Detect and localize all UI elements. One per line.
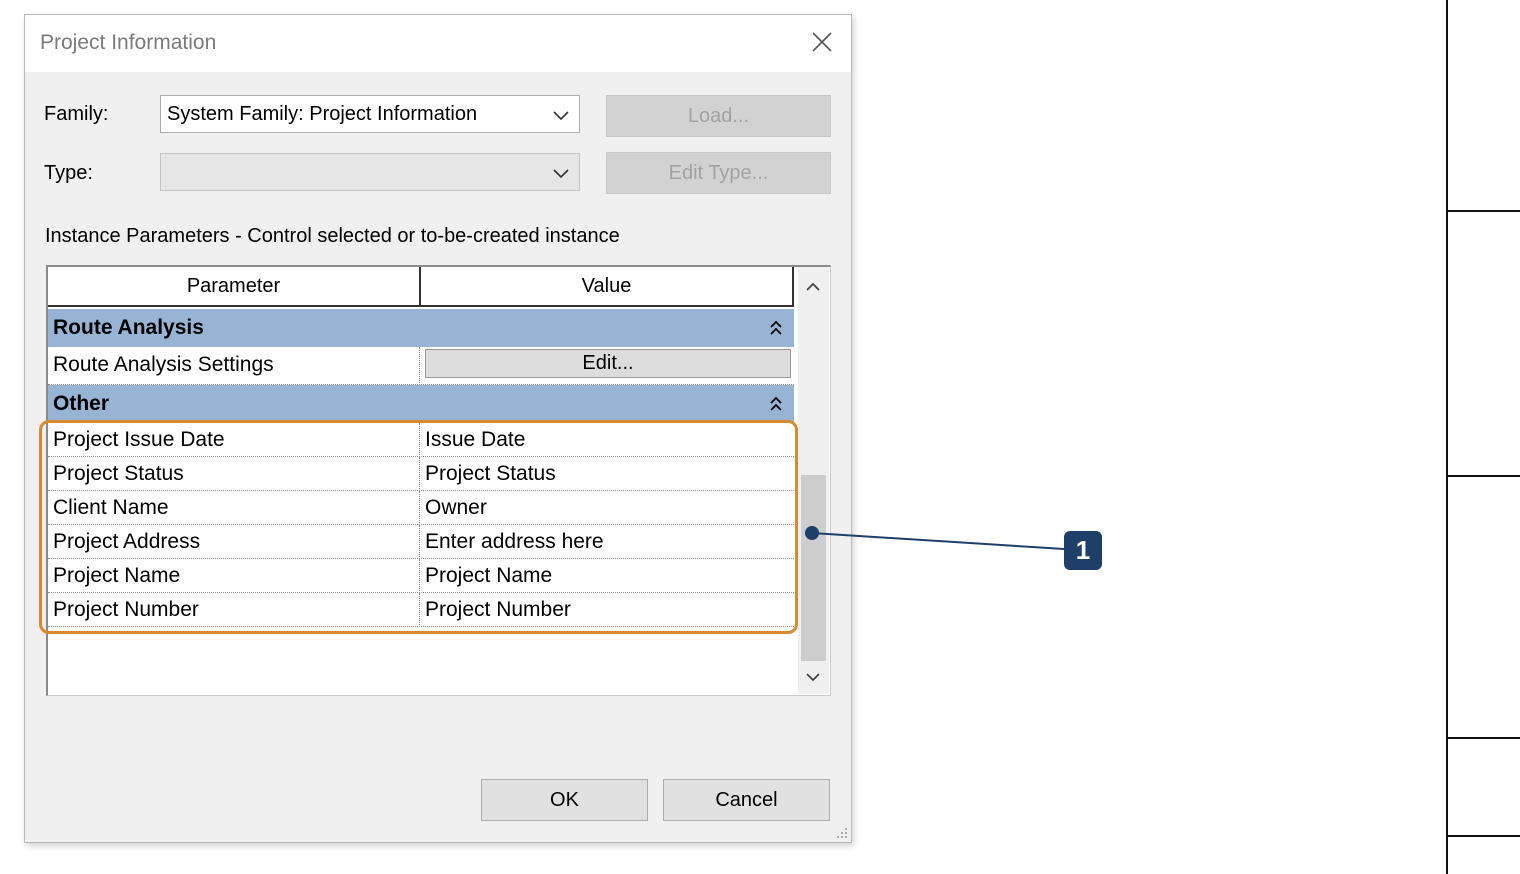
- family-label: Family:: [44, 103, 109, 125]
- sheet-divider-line: [1446, 835, 1520, 837]
- parameter-name: Project Status: [53, 462, 184, 485]
- parameter-value[interactable]: Enter address here: [425, 525, 604, 559]
- collapse-icon[interactable]: [768, 319, 784, 337]
- sheet-divider-line: [1446, 475, 1520, 477]
- group-row-route-analysis[interactable]: Route Analysis: [48, 309, 794, 347]
- vertical-scrollbar[interactable]: [798, 267, 829, 694]
- instance-parameters-label: Instance Parameters - Control selected o…: [45, 225, 620, 247]
- grid-header: Parameter Value: [48, 267, 794, 307]
- edit-type-button[interactable]: Edit Type...: [606, 152, 831, 194]
- sheet-divider-line: [1446, 737, 1520, 739]
- route-analysis-edit-button[interactable]: Edit...: [425, 349, 791, 378]
- value-column-header[interactable]: Value: [421, 267, 792, 305]
- group-title: Route Analysis: [53, 316, 204, 339]
- chevron-down-icon: [553, 111, 569, 121]
- parameter-name: Project Name: [53, 564, 181, 587]
- table-row[interactable]: Client Name Owner: [48, 491, 794, 525]
- table-row[interactable]: Project Number Project Number: [48, 593, 794, 627]
- parameter-name: Project Address: [53, 530, 201, 553]
- cancel-button[interactable]: Cancel: [663, 779, 830, 821]
- parameter-name: Route Analysis Settings: [53, 353, 274, 376]
- cell-divider: [419, 457, 421, 491]
- scroll-up-icon[interactable]: [803, 277, 823, 297]
- sheet-divider-line: [1446, 210, 1520, 212]
- cell-divider: [419, 525, 421, 559]
- parameter-name: Project Number: [53, 598, 199, 621]
- type-dropdown[interactable]: [160, 153, 580, 191]
- group-title: Other: [53, 392, 110, 415]
- table-row[interactable]: Route Analysis Settings Edit...: [48, 347, 794, 385]
- ok-button[interactable]: OK: [481, 779, 648, 821]
- table-row[interactable]: Project Status Project Status: [48, 457, 794, 491]
- collapse-icon[interactable]: [768, 395, 784, 413]
- callout-badge: 1: [1064, 531, 1102, 570]
- parameter-value[interactable]: Project Number: [425, 593, 571, 627]
- parameter-column-header[interactable]: Parameter: [48, 267, 419, 305]
- table-row[interactable]: Project Name Project Name: [48, 559, 794, 593]
- group-row-other[interactable]: Other: [48, 385, 794, 423]
- sheet-border-line: [1446, 0, 1448, 874]
- properties-grid: Parameter Value Route Analysis Route Ana…: [46, 265, 831, 696]
- cell-divider: [419, 423, 421, 457]
- dialog-title: Project Information: [40, 31, 217, 54]
- chevron-down-icon: [553, 169, 569, 179]
- table-row[interactable]: Project Issue Date Issue Date: [48, 423, 794, 457]
- type-label: Type:: [44, 162, 93, 184]
- family-value: System Family: Project Information: [167, 103, 478, 125]
- parameter-name: Project Issue Date: [53, 428, 225, 451]
- resize-grip-icon[interactable]: [834, 825, 848, 839]
- project-information-dialog: Project Information Family: System Famil…: [24, 14, 852, 843]
- parameter-value[interactable]: Project Status: [425, 457, 556, 491]
- scrollbar-thumb[interactable]: [801, 475, 826, 661]
- table-row[interactable]: Project Address Enter address here: [48, 525, 794, 559]
- parameter-value[interactable]: Project Name: [425, 559, 552, 593]
- parameter-value[interactable]: Owner: [425, 491, 487, 525]
- cell-divider: [419, 347, 421, 385]
- cell-divider: [419, 559, 421, 593]
- parameter-value[interactable]: Issue Date: [425, 423, 525, 457]
- close-icon[interactable]: [807, 27, 837, 57]
- parameter-name: Client Name: [53, 496, 169, 519]
- title-bar: Project Information: [25, 15, 851, 72]
- family-dropdown[interactable]: System Family: Project Information: [160, 95, 580, 133]
- load-button[interactable]: Load...: [606, 95, 831, 137]
- column-divider: [792, 267, 794, 307]
- cell-divider: [419, 491, 421, 525]
- cell-divider: [419, 593, 421, 627]
- scroll-down-icon[interactable]: [803, 667, 823, 687]
